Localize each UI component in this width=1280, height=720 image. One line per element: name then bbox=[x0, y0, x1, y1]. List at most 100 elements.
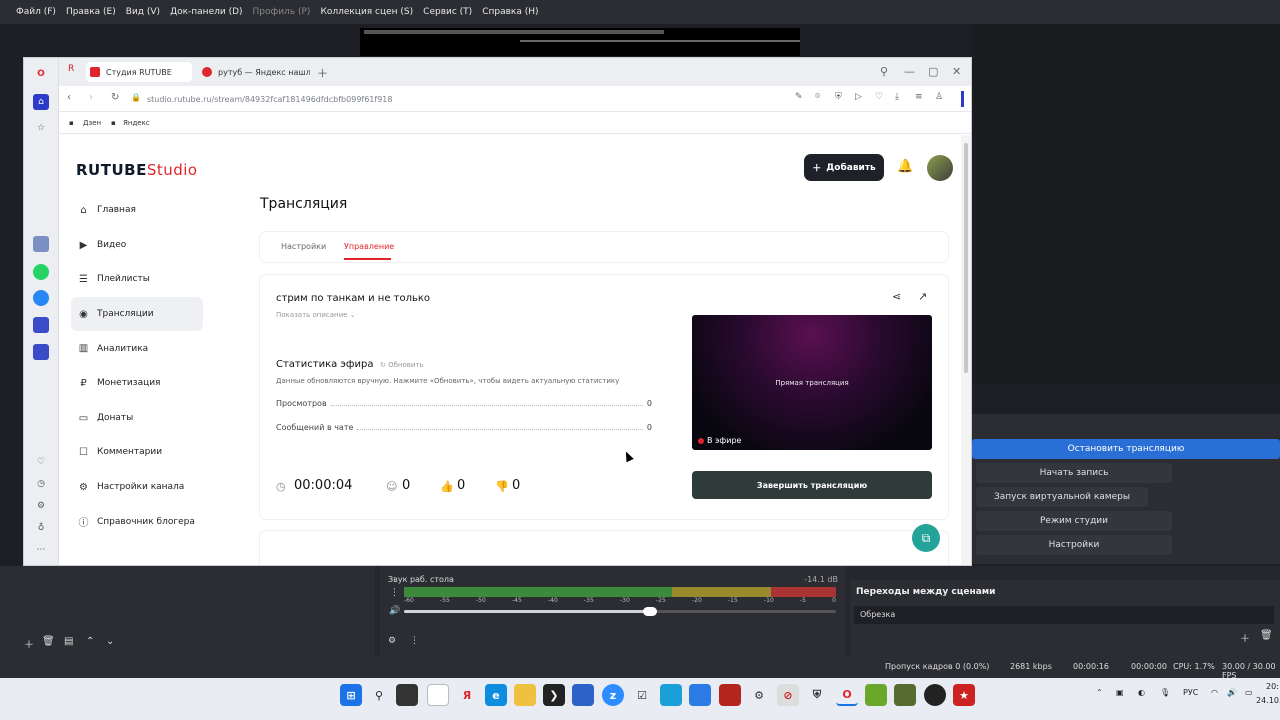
folder-icon[interactable] bbox=[514, 684, 536, 706]
app-icon[interactable] bbox=[865, 684, 887, 706]
grid-icon[interactable] bbox=[660, 684, 682, 706]
search-icon[interactable]: ⚲ bbox=[880, 65, 888, 78]
tab-settings[interactable]: Настройки bbox=[281, 242, 326, 251]
page-scrollbar[interactable] bbox=[961, 135, 971, 565]
history-icon[interactable]: ◷ bbox=[33, 476, 49, 492]
tray-app-icon[interactable]: ▣ bbox=[1116, 688, 1124, 697]
nav-item-analytics[interactable]: ▥ Аналитика bbox=[71, 331, 203, 366]
tab-menu-icon[interactable]: R bbox=[68, 64, 74, 74]
rutube-studio-logo[interactable]: RUTUBEStudio bbox=[76, 161, 198, 179]
support-chat-icon[interactable]: ⧉ bbox=[912, 524, 940, 552]
tab-management[interactable]: Управление bbox=[344, 242, 394, 251]
app-icon[interactable] bbox=[719, 684, 741, 706]
studio-mode-button[interactable]: Режим студии bbox=[976, 511, 1172, 531]
back-icon[interactable]: ‹ bbox=[67, 92, 71, 103]
zoom-icon[interactable]: z bbox=[602, 684, 624, 706]
tray-mic-icon[interactable]: 🎙 bbox=[1160, 688, 1170, 697]
bell-icon[interactable]: 🔔 bbox=[897, 159, 913, 174]
nav-item-video[interactable]: ▶ Видео bbox=[71, 228, 203, 263]
start-record-button[interactable]: Начать запись bbox=[976, 463, 1172, 483]
app-icon[interactable]: ⊘ bbox=[777, 684, 799, 706]
forward-icon[interactable]: › bbox=[89, 92, 93, 103]
move-down-icon[interactable]: ⌄ bbox=[106, 636, 114, 647]
wifi-icon[interactable]: ◠ bbox=[1211, 688, 1218, 697]
gear-icon[interactable]: ⚙ bbox=[33, 498, 49, 514]
shield-icon[interactable]: ⛨ bbox=[835, 92, 842, 102]
menu-edit[interactable]: Правка (E) bbox=[66, 7, 116, 17]
download-icon[interactable]: ⤓ bbox=[895, 92, 899, 102]
heart-icon[interactable]: ♡ bbox=[875, 92, 883, 102]
refresh-button[interactable]: ↻ Обновить bbox=[380, 361, 424, 369]
profile-icon[interactable]: ♙ bbox=[935, 92, 943, 102]
trash-icon[interactable]: 🗑 bbox=[42, 636, 55, 647]
gear-icon[interactable]: ⚙ bbox=[388, 636, 396, 646]
nav-item-home[interactable]: ⌂ Главная bbox=[71, 193, 203, 228]
add-icon[interactable]: ＋ bbox=[1240, 630, 1250, 645]
battery-icon[interactable]: ▭ bbox=[1245, 688, 1253, 697]
calculator-icon[interactable] bbox=[689, 684, 711, 706]
nav-item-channel-settings[interactable]: ⚙ Настройки канала bbox=[71, 470, 203, 505]
virtual-camera-button[interactable]: Запуск виртуальной камеры bbox=[976, 487, 1148, 507]
home-icon[interactable]: ⌂ bbox=[33, 94, 49, 110]
tab-rutube-studio[interactable]: Студия RUTUBE bbox=[86, 62, 192, 82]
close-icon[interactable]: ✕ bbox=[952, 65, 961, 78]
heart-icon[interactable]: ♡ bbox=[33, 454, 49, 470]
nav-item-blogger-guide[interactable]: ⓘ Справочник блогера bbox=[71, 504, 203, 539]
stream-preview[interactable]: Прямая трансляция В эфире bbox=[692, 315, 932, 450]
opera-icon[interactable]: O bbox=[33, 66, 49, 82]
gear-icon[interactable]: ⚙ bbox=[748, 684, 770, 706]
nav-item-comments[interactable]: ☐ Комментарии bbox=[71, 435, 203, 470]
nav-item-monetization[interactable]: ₽ Монетизация bbox=[71, 366, 203, 401]
maximize-icon[interactable]: ▢ bbox=[928, 65, 938, 78]
terminal-icon[interactable]: ❯ bbox=[543, 684, 565, 706]
lock-icon[interactable]: 🔒 bbox=[131, 93, 141, 102]
properties-icon[interactable]: ▤ bbox=[64, 636, 73, 647]
taskview-icon[interactable] bbox=[396, 684, 418, 706]
kebab-icon[interactable]: ⋮ bbox=[410, 636, 419, 646]
tray-app-icon[interactable]: ◐ bbox=[1138, 688, 1145, 697]
menu-help[interactable]: Справка (H) bbox=[482, 7, 538, 17]
menu-scene-collection[interactable]: Коллекция сцен (S) bbox=[320, 7, 413, 17]
speaker-icon[interactable]: 🔊 bbox=[389, 606, 400, 616]
app-icon[interactable] bbox=[33, 344, 49, 360]
move-up-icon[interactable]: ⌃ bbox=[86, 636, 94, 647]
menu-icon[interactable]: ≡ bbox=[915, 92, 923, 102]
add-button[interactable]: ＋ Добавить bbox=[804, 154, 884, 181]
menu-profile[interactable]: Профиль (P) bbox=[253, 7, 311, 17]
settings-button[interactable]: Настройки bbox=[976, 535, 1172, 555]
avatar[interactable] bbox=[927, 155, 953, 181]
vk-icon[interactable] bbox=[33, 290, 49, 306]
bulb-icon[interactable]: ♁ bbox=[33, 520, 49, 536]
scrollbar-thumb[interactable] bbox=[964, 143, 968, 373]
external-link-icon[interactable]: ↗ bbox=[918, 290, 927, 303]
share-icon[interactable]: ⋖ bbox=[892, 290, 901, 303]
bookmark-dzen[interactable]: Дзен bbox=[83, 119, 101, 127]
volume-icon[interactable]: 🔊 bbox=[1227, 688, 1237, 697]
add-icon[interactable]: ＋ bbox=[24, 636, 34, 651]
nav-item-donations[interactable]: ▭ Донаты bbox=[71, 401, 203, 436]
trash-icon[interactable]: 🗑 bbox=[1260, 630, 1273, 641]
volume-slider-handle[interactable] bbox=[643, 607, 658, 616]
obs-icon[interactable] bbox=[924, 684, 946, 706]
show-description-link[interactable]: Показать описание ⌄ bbox=[276, 311, 356, 319]
start-icon[interactable]: ⊞ bbox=[340, 684, 362, 706]
minimize-icon[interactable]: — bbox=[904, 65, 915, 78]
menu-file[interactable]: Файл (F) bbox=[16, 7, 56, 17]
stop-stream-button[interactable]: Остановить трансляцию bbox=[972, 439, 1280, 459]
nav-item-playlists[interactable]: ☰ Плейлисты bbox=[71, 262, 203, 297]
transition-select[interactable]: Обрезка bbox=[854, 606, 1274, 624]
menu-view[interactable]: Вид (V) bbox=[126, 7, 160, 17]
shield-icon[interactable]: ⛨ bbox=[806, 684, 828, 706]
opera-icon[interactable]: O bbox=[836, 684, 858, 706]
whatsapp-icon[interactable] bbox=[33, 264, 49, 280]
tray-chevron-icon[interactable]: ⌃ bbox=[1096, 688, 1103, 697]
file-icon[interactable] bbox=[427, 684, 449, 706]
sidebar-toggle[interactable] bbox=[961, 91, 964, 107]
nav-item-streams[interactable]: ◉ Трансляции bbox=[71, 296, 203, 332]
clock-date[interactable]: 24.10.202 bbox=[1256, 696, 1280, 705]
star-icon[interactable]: ☆ bbox=[33, 120, 49, 136]
end-stream-button[interactable]: Завершить трансляцию bbox=[692, 471, 932, 499]
yandex-icon[interactable]: Я bbox=[456, 684, 478, 706]
reload-icon[interactable]: ↻ bbox=[111, 92, 119, 103]
url-field[interactable]: studio.rutube.ru/stream/84932fcaf181496d… bbox=[147, 95, 392, 104]
